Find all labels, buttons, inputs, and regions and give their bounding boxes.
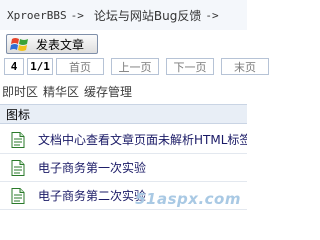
thread-title-link[interactable]: 电子商务第一次实验 <box>38 159 146 176</box>
document-icon <box>11 187 25 204</box>
view-tabs: 即时区 精华区 缓存管理 <box>0 81 247 101</box>
thread-list-header: 图标 <box>0 104 247 124</box>
document-icon <box>11 159 25 176</box>
document-icon <box>11 131 25 148</box>
thread-row: 电子商务第一次实验 <box>0 154 247 182</box>
breadcrumb-separator: -> <box>70 8 84 22</box>
breadcrumb-forum-link[interactable]: 论坛与网站Bug反馈 <box>94 7 201 24</box>
breadcrumb-separator: -> <box>205 8 219 22</box>
thread-title-link[interactable]: 电子商务第二次实验 <box>38 187 146 204</box>
next-page-button[interactable]: 下一页 <box>166 58 214 75</box>
tab-featured[interactable]: 精华区 <box>43 83 79 100</box>
breadcrumb-home-link[interactable]: XproerBBS <box>7 9 67 22</box>
current-page: 1/1 <box>27 58 53 75</box>
tab-recent[interactable]: 即时区 <box>2 83 38 100</box>
breadcrumb: XproerBBS -> 论坛与网站Bug反馈 -> <box>0 0 247 30</box>
post-article-label: 发表文章 <box>36 37 85 52</box>
prev-page-button[interactable]: 上一页 <box>111 58 159 75</box>
site-watermark: 51aspx.com <box>135 190 241 208</box>
tab-cache[interactable]: 缓存管理 <box>84 83 132 100</box>
icon-column-header: 图标 <box>6 107 31 122</box>
first-page-button[interactable]: 首页 <box>56 58 104 75</box>
post-article-button[interactable]: 发表文章 <box>6 34 98 54</box>
last-page-button[interactable]: 末页 <box>221 58 269 75</box>
thread-title-link[interactable]: 文档中心查看文章页面未解析HTML标签 <box>38 131 247 148</box>
thread-row: 文档中心查看文章页面未解析HTML标签 <box>0 126 247 154</box>
windows-logo-icon <box>10 38 28 51</box>
page-count: 4 <box>4 58 24 75</box>
pagination: 4 1/1 首页 上一页 下一页 末页 <box>4 57 276 76</box>
